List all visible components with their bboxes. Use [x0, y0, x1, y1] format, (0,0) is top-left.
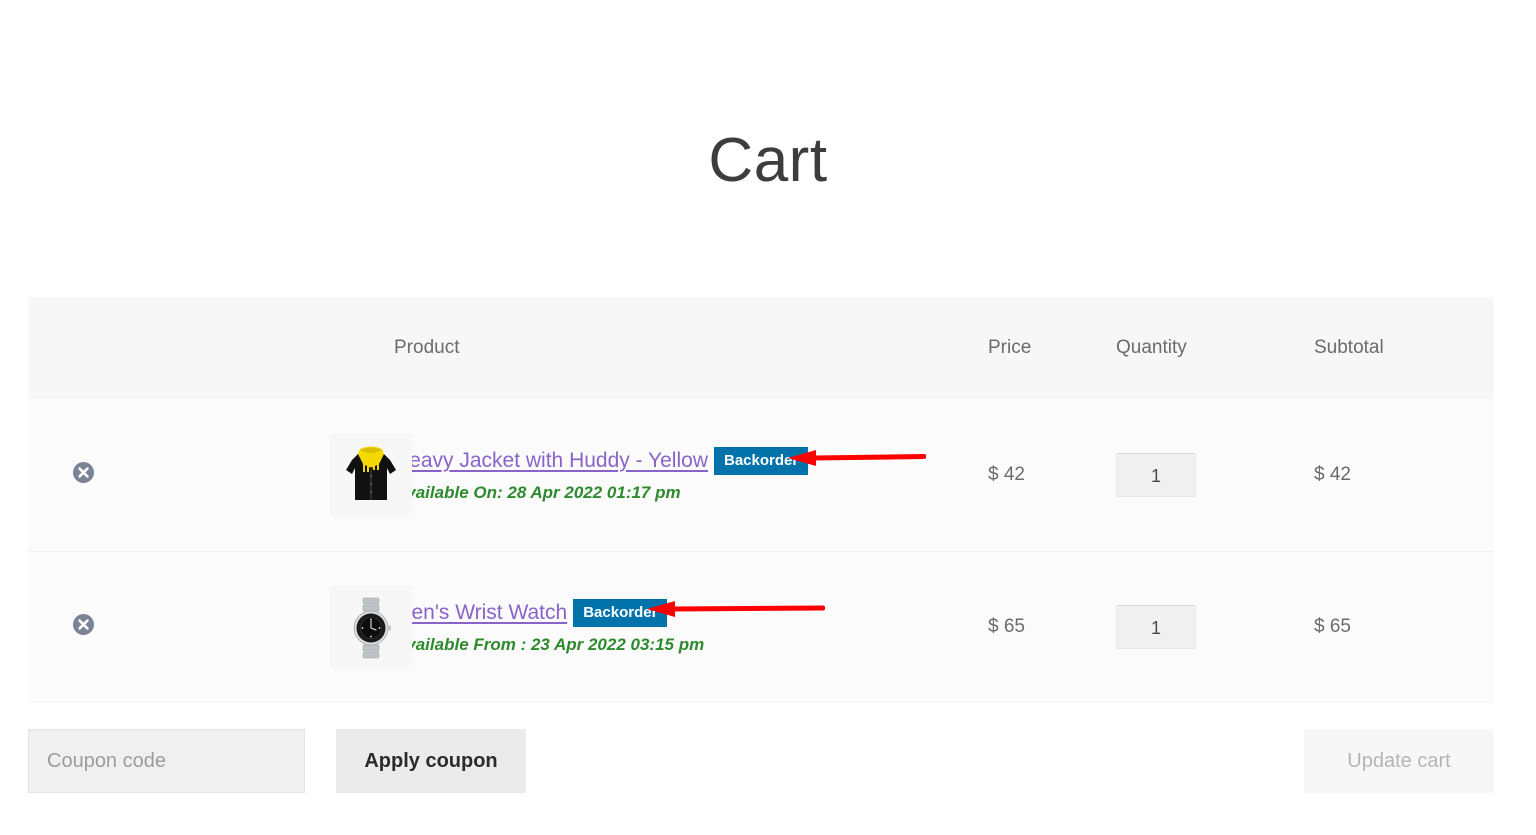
cart-table: Product Price Quantity Subtotal [28, 297, 1494, 703]
header-price: Price [988, 297, 1116, 399]
header-product: Product [394, 297, 988, 399]
availability-text: Available From : 23 Apr 2022 03:15 pm [394, 635, 988, 655]
header-quantity: Quantity [1116, 297, 1314, 399]
update-cart-button: Update cart [1304, 729, 1494, 793]
quantity-cell: 1 [1116, 399, 1314, 551]
apply-coupon-button[interactable]: Apply coupon [336, 729, 526, 793]
thumbnail-cell [138, 399, 394, 551]
coupon-code-input[interactable] [28, 729, 305, 793]
quantity-cell: 1 [1116, 551, 1314, 703]
availability-text: Available On: 28 Apr 2022 01:17 pm [394, 483, 988, 503]
subtotal-cell: $ 65 [1314, 551, 1494, 703]
product-link[interactable]: Heavy Jacket with Huddy - Yellow [394, 449, 708, 473]
remove-circle-x-icon[interactable] [73, 614, 94, 635]
cart-page: Cart Product Price Quantity Subtotal [0, 0, 1536, 835]
table-header-row: Product Price Quantity Subtotal [28, 297, 1494, 399]
product-link[interactable]: Men's Wrist Watch [394, 601, 567, 625]
quantity-input[interactable]: 1 [1116, 453, 1196, 497]
header-remove [28, 297, 138, 399]
product-name-line: Men's Wrist Watch Backorder [394, 599, 988, 627]
cart-table-head: Product Price Quantity Subtotal [28, 297, 1494, 399]
remove-circle-x-icon[interactable] [73, 462, 94, 483]
cart-table-body: Heavy Jacket with Huddy - Yellow Backord… [28, 399, 1494, 703]
product-cell: Heavy Jacket with Huddy - Yellow Backord… [394, 399, 988, 551]
cart-actions-row: Apply coupon Update cart [28, 729, 1494, 793]
product-name-line: Heavy Jacket with Huddy - Yellow Backord… [394, 447, 988, 475]
price-cell: $ 42 [988, 399, 1116, 551]
subtotal-cell: $ 42 [1314, 399, 1494, 551]
header-thumbnail [138, 297, 394, 399]
page-title: Cart [0, 130, 1536, 192]
product-cell: Men's Wrist Watch Backorder Available Fr… [394, 551, 988, 703]
quantity-input[interactable]: 1 [1116, 605, 1196, 649]
table-row: Men's Wrist Watch Backorder Available Fr… [28, 551, 1494, 703]
remove-cell [28, 551, 138, 703]
thumbnail-cell [138, 551, 394, 703]
table-row: Heavy Jacket with Huddy - Yellow Backord… [28, 399, 1494, 551]
price-cell: $ 65 [988, 551, 1116, 703]
hoodie-jacket-yellow-black-thumbnail[interactable] [330, 434, 412, 516]
mens-wrist-watch-thumbnail[interactable] [330, 586, 412, 668]
header-subtotal: Subtotal [1314, 297, 1494, 399]
status-badge: Backorder [573, 599, 667, 627]
status-badge: Backorder [714, 447, 808, 475]
remove-cell [28, 399, 138, 551]
